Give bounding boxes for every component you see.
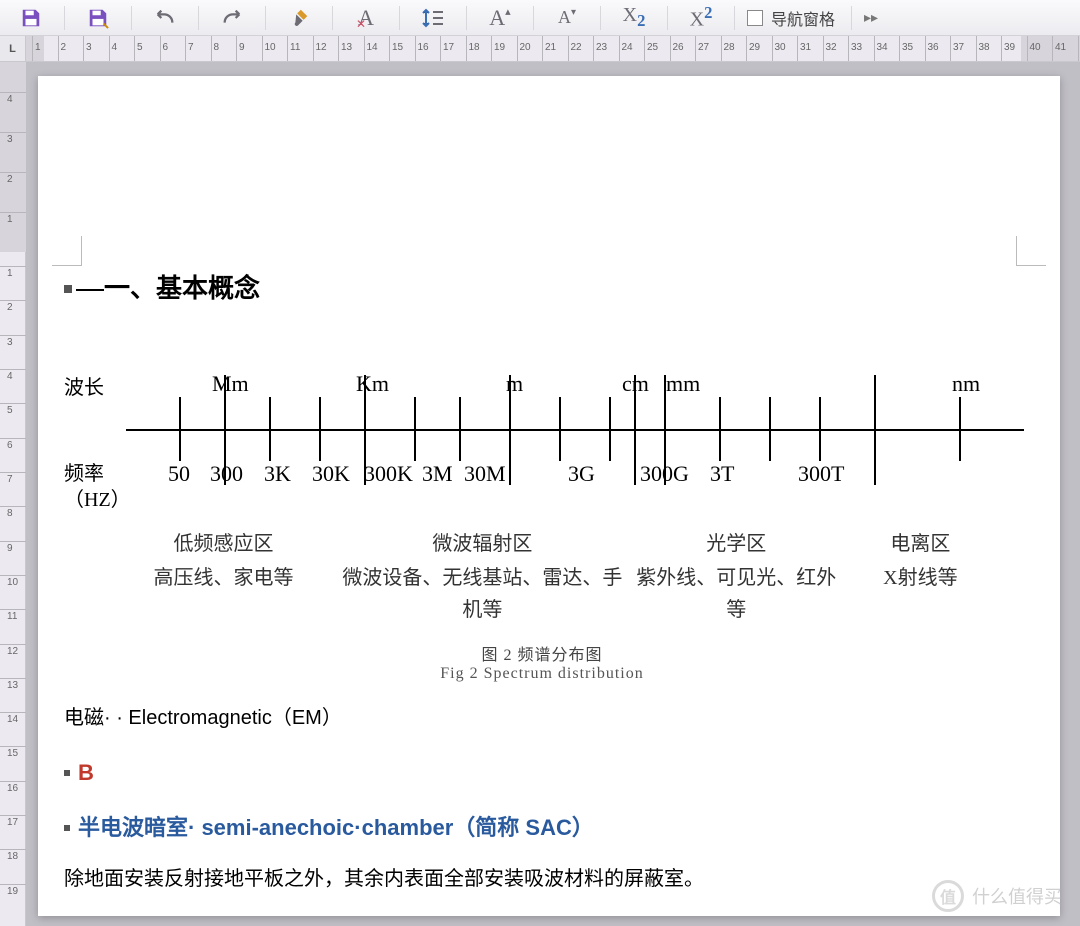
document-page: 一、基本概念 波长 频率 （HZ） 低频感应区高压线、家电等微波辐射区微波设备、… xyxy=(38,76,1060,916)
separator xyxy=(198,6,199,30)
shrink-font-button[interactable]: A▾ xyxy=(540,2,594,34)
spectrum-diagram: 波长 频率 （HZ） 低频感应区高压线、家电等微波辐射区微波设备、无线基站、雷达… xyxy=(64,323,1020,623)
heading-1: 一、基本概念 xyxy=(64,268,1020,305)
separator xyxy=(466,6,467,30)
paragraph-em: 电磁· · Electromagnetic（EM） xyxy=(64,701,1020,730)
undo-button[interactable] xyxy=(138,2,192,34)
redo-button[interactable] xyxy=(205,2,259,34)
nav-pane-label: 导航窗格 xyxy=(771,6,835,30)
separator xyxy=(131,6,132,30)
document-content: 一、基本概念 波长 频率 （HZ） 低频感应区高压线、家电等微波辐射区微波设备、… xyxy=(64,268,1020,894)
margin-mark xyxy=(52,236,82,266)
paragraph-sac: 除地面安装反射接地平板之外，其余内表面全部安装吸波材料的屏蔽室。 xyxy=(64,864,1020,894)
margin-mark xyxy=(1016,236,1046,266)
frequency-label: 300K xyxy=(364,461,413,487)
line-spacing-button[interactable] xyxy=(406,2,460,34)
separator xyxy=(600,6,601,30)
watermark-logo: 值 xyxy=(932,880,964,912)
frequency-label: 30K xyxy=(312,461,350,487)
undo-icon xyxy=(154,9,176,27)
frequency-label: 300T xyxy=(798,461,844,487)
spectrum-zone: 光学区紫外线、可见光、红外等 xyxy=(632,527,841,626)
format-painter-button[interactable] xyxy=(272,2,326,34)
separator xyxy=(533,6,534,30)
save-icon xyxy=(20,7,42,29)
toolbar-overflow-button[interactable]: ▸▸ xyxy=(858,9,884,26)
superscript-button[interactable]: X2 xyxy=(674,2,728,34)
frequency-label: 3K xyxy=(264,461,291,487)
wavelength-label: Mm xyxy=(212,371,249,397)
frequency-label: 300G xyxy=(640,461,689,487)
separator xyxy=(851,6,852,30)
spectrum-zone: 低频感应区高压线、家电等 xyxy=(114,527,333,626)
frequency-label: 50 xyxy=(168,461,190,487)
wavelength-label: nm xyxy=(952,371,980,397)
grow-font-button[interactable]: A▴ xyxy=(473,2,527,34)
brush-icon xyxy=(288,7,310,29)
ruler-corner: L xyxy=(0,36,26,61)
page-wrap: 一、基本概念 波长 频率 （HZ） 低频感应区高压线、家电等微波辐射区微波设备、… xyxy=(26,62,1080,926)
frequency-label: 3T xyxy=(710,461,734,487)
clear-format-button[interactable]: A✕ xyxy=(339,2,393,34)
axis-label-freq: 频率 xyxy=(64,457,104,486)
frequency-label: 3M xyxy=(422,461,453,487)
spectrum-axis xyxy=(126,429,1024,431)
checkbox-icon xyxy=(747,10,763,26)
spectrum-zone: 电离区X射线等 xyxy=(841,527,1000,626)
frequency-label: 3G xyxy=(568,461,595,487)
watermark-text: 什么值得买 xyxy=(972,883,1062,909)
save-button[interactable] xyxy=(4,2,58,34)
watermark: 值 什么值得买 xyxy=(932,880,1062,912)
save-as-button[interactable] xyxy=(71,2,125,34)
figure-caption: 图 2 频谱分布图 Fig 2 Spectrum distribution xyxy=(64,641,1020,683)
axis-label-wavelength: 波长 xyxy=(64,371,104,400)
vertical-ruler[interactable]: 123456789101112131415161718194321 xyxy=(0,62,26,926)
axis-label-hz: （HZ） xyxy=(64,483,131,512)
subscript-button[interactable]: X2 xyxy=(607,2,661,34)
separator xyxy=(64,6,65,30)
separator xyxy=(734,6,735,30)
spectrum-zone: 微波辐射区微波设备、无线基站、雷达、手机等 xyxy=(333,527,632,626)
wavelength-label: Km xyxy=(356,371,389,397)
ruler-row: L 12345678910111213141516171819202122232… xyxy=(0,36,1080,62)
wavelength-label: cm xyxy=(622,371,649,397)
spectrum-zones: 低频感应区高压线、家电等微波辐射区微波设备、无线基站、雷达、手机等光学区紫外线、… xyxy=(114,527,1000,626)
workspace: 123456789101112131415161718194321 一、基本概念… xyxy=(0,62,1080,926)
wavelength-label: m xyxy=(506,371,523,397)
wavelength-label: mm xyxy=(666,371,700,397)
toolbar: A✕ A▴ A▾ X2 X2 导航窗格 ▸▸ xyxy=(0,0,1080,36)
separator xyxy=(399,6,400,30)
save-as-icon xyxy=(87,7,109,29)
redo-icon xyxy=(221,9,243,27)
frequency-label: 30M xyxy=(464,461,506,487)
heading-b: B xyxy=(64,760,1020,786)
heading-sac: 半电波暗室· semi-anechoic·chamber（简称 SAC） xyxy=(64,810,1020,842)
line-spacing-icon xyxy=(421,8,445,28)
nav-pane-toggle[interactable]: 导航窗格 xyxy=(741,6,845,30)
frequency-label: 300 xyxy=(210,461,243,487)
separator xyxy=(265,6,266,30)
horizontal-ruler[interactable]: 1234567891011121314151617181920212223242… xyxy=(26,36,1080,61)
separator xyxy=(332,6,333,30)
separator xyxy=(667,6,668,30)
